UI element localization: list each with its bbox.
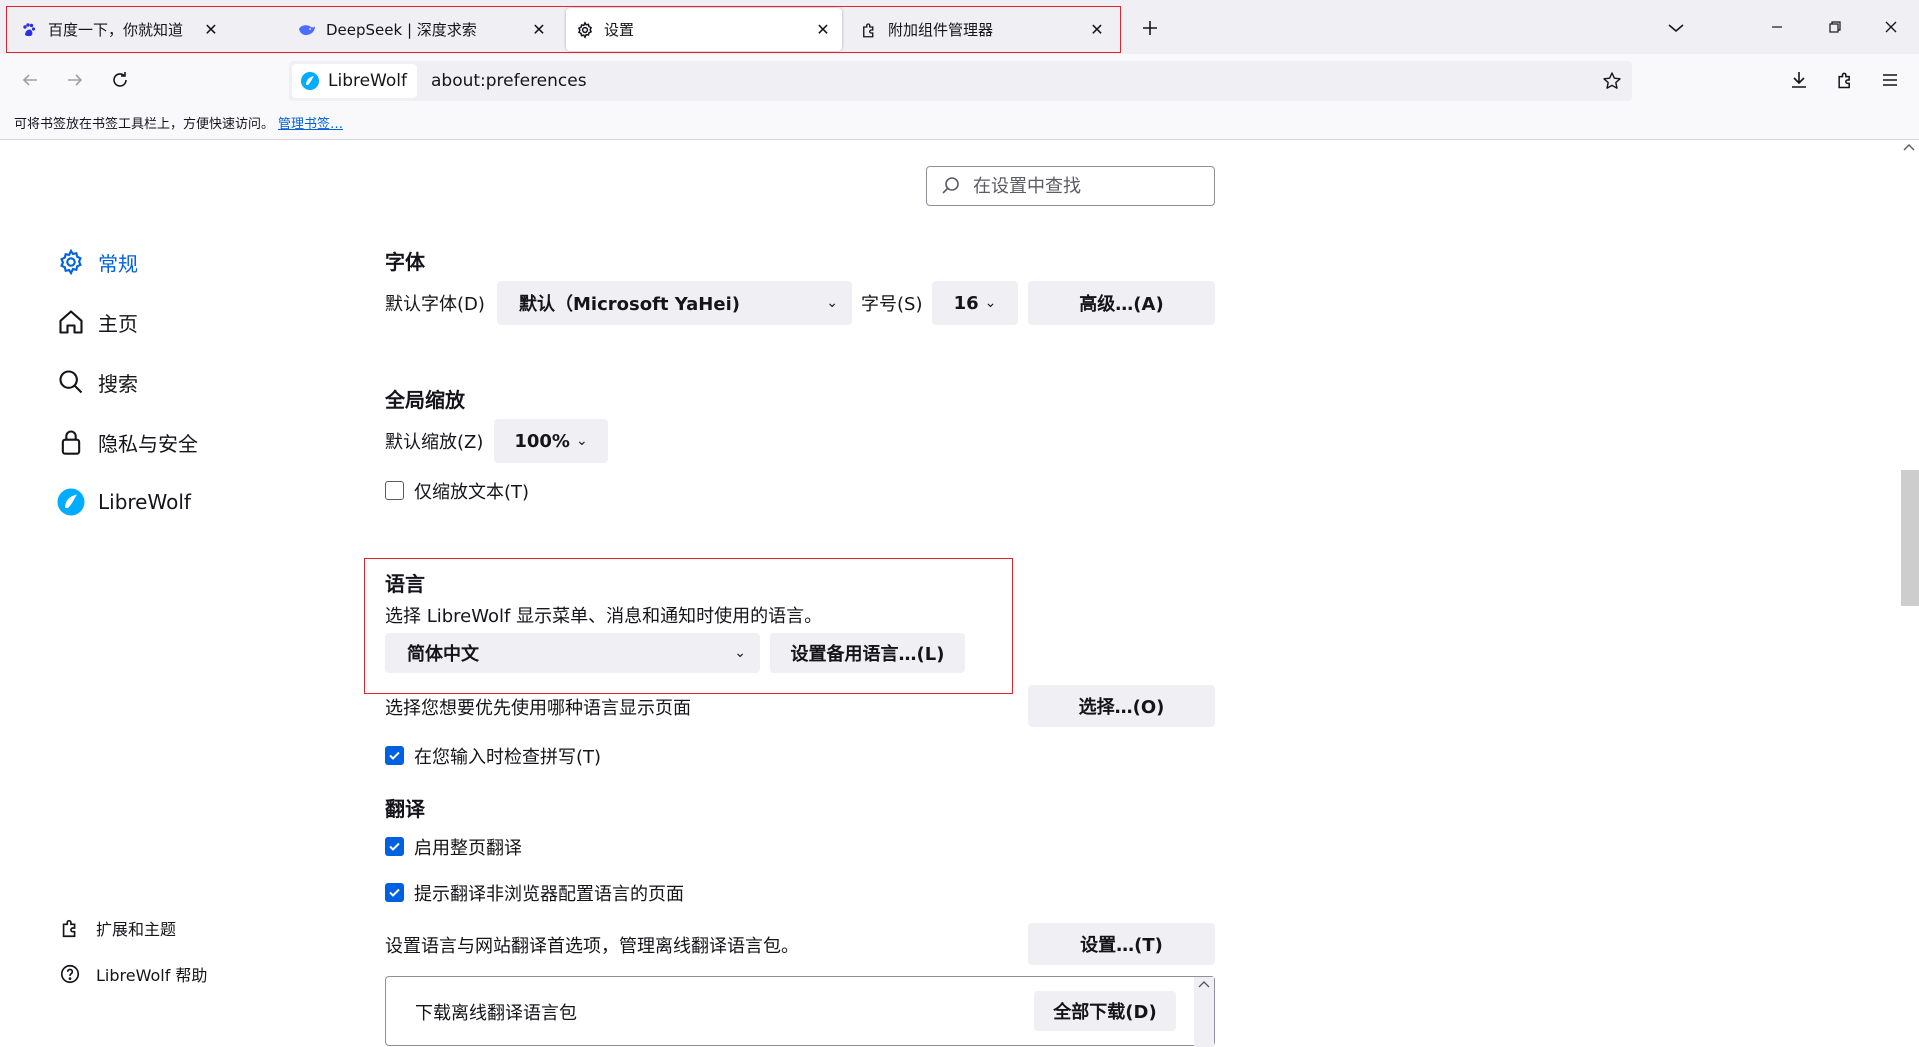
plus-icon xyxy=(1143,21,1157,35)
forward-button[interactable] xyxy=(59,64,91,96)
bookmarks-hint: 可将书签放在书签工具栏上，方便快速访问。 xyxy=(14,117,275,132)
default-zoom-value: 100% xyxy=(514,430,570,452)
search-icon xyxy=(56,367,86,397)
checkmark-icon xyxy=(389,842,400,851)
minimize-button[interactable] xyxy=(1760,10,1794,44)
default-zoom-label: 默认缩放(Z) xyxy=(385,432,484,453)
navigation-toolbar: LibreWolf about:preferences xyxy=(0,54,1919,106)
preferences-page: 常规 主页 搜索 隐私与安全 LibreWolf 扩展和主题 LibreW xyxy=(0,140,1919,1047)
help-icon xyxy=(58,962,82,986)
hamburger-menu-icon xyxy=(1883,74,1897,86)
librewolf-icon xyxy=(56,487,86,517)
gear-icon xyxy=(56,247,86,277)
reload-icon xyxy=(113,72,127,87)
restore-button[interactable] xyxy=(1818,10,1852,44)
back-button[interactable] xyxy=(14,64,46,96)
category-label: 常规 xyxy=(98,251,138,276)
zoom-text-only-checkbox[interactable] xyxy=(385,481,404,500)
default-font-value: 默认（Microsoft YaHei) xyxy=(519,294,740,315)
new-tab-button[interactable] xyxy=(1136,14,1164,42)
font-size-label: 字号(S) xyxy=(861,294,923,315)
downloads-button[interactable] xyxy=(1783,64,1815,96)
tabs-highlight-box xyxy=(6,6,1121,53)
home-icon xyxy=(56,307,86,337)
addons-themes-link[interactable]: 扩展和主题 xyxy=(58,916,176,940)
download-packs-label: 下载离线翻译语言包 xyxy=(415,1003,577,1024)
category-label: 隐私与安全 xyxy=(98,431,198,456)
chevron-up-icon xyxy=(1903,144,1915,151)
url-text[interactable]: about:preferences xyxy=(431,71,587,91)
chevron-up-icon xyxy=(1198,981,1210,988)
bookmark-star-button[interactable] xyxy=(1600,69,1624,93)
chevron-down-icon xyxy=(1668,24,1684,33)
minimize-icon xyxy=(1772,26,1782,28)
fonts-heading: 字体 xyxy=(385,250,425,274)
advanced-fonts-button[interactable]: 高级…(A) xyxy=(1028,281,1215,325)
close-icon xyxy=(1885,21,1897,33)
page-language-label: 选择您想要优先使用哪种语言显示页面 xyxy=(385,698,691,719)
category-search[interactable]: 搜索 xyxy=(56,367,138,397)
list-all-tabs-button[interactable] xyxy=(1662,14,1690,42)
translation-settings-label: 设置语言与网站翻译首选项，管理离线翻译语言包。 xyxy=(385,936,799,957)
page-scrollbar-thumb[interactable] xyxy=(1901,470,1919,606)
default-font-label: 默认字体(D) xyxy=(385,294,485,315)
chevron-down-icon: ⌄ xyxy=(984,295,997,311)
language-highlight-box xyxy=(364,558,1013,694)
zoom-text-only-label: 仅缩放文本(T) xyxy=(414,482,530,503)
language-packs-box: 下载离线翻译语言包 全部下载(D) xyxy=(385,976,1215,1047)
spellcheck-checkbox[interactable] xyxy=(385,746,404,765)
font-size-value: 16 xyxy=(953,292,979,314)
arrow-left-icon xyxy=(22,74,37,86)
default-zoom-select[interactable]: 100% ⌄ xyxy=(494,419,608,463)
font-size-select[interactable]: 16 ⌄ xyxy=(932,281,1018,325)
packs-scrollbar[interactable] xyxy=(1194,977,1214,1047)
footer-link-label: LibreWolf 帮助 xyxy=(96,966,208,985)
settings-search-input[interactable] xyxy=(971,174,1201,198)
offer-translation-checkbox[interactable] xyxy=(385,883,404,902)
translation-settings-button[interactable]: 设置…(T) xyxy=(1028,923,1215,965)
librewolf-icon xyxy=(301,72,319,90)
help-link[interactable]: LibreWolf 帮助 xyxy=(58,962,207,986)
translation-heading: 翻译 xyxy=(385,797,425,821)
star-icon xyxy=(1603,72,1621,89)
settings-search-box[interactable] xyxy=(926,166,1215,206)
close-window-button[interactable] xyxy=(1874,10,1908,44)
chevron-down-icon: ⌄ xyxy=(826,295,838,311)
checkmark-icon xyxy=(389,751,400,760)
chevron-down-icon: ⌄ xyxy=(575,433,588,449)
puzzle-icon xyxy=(1838,72,1850,89)
category-label: LibreWolf xyxy=(98,490,191,514)
bookmarks-toolbar: 可将书签放在书签工具栏上，方便快速访问。 管理书签… xyxy=(0,106,1919,140)
full-page-translation-checkbox[interactable] xyxy=(385,837,404,856)
extensions-button[interactable] xyxy=(1829,64,1861,96)
spellcheck-label: 在您输入时检查拼写(T) xyxy=(414,747,602,768)
zoom-heading: 全局缩放 xyxy=(385,388,465,412)
category-label: 搜索 xyxy=(98,371,138,396)
category-general[interactable]: 常规 xyxy=(56,247,138,277)
url-bar[interactable]: LibreWolf about:preferences xyxy=(289,61,1632,101)
default-font-select[interactable]: 默认（Microsoft YaHei) ⌄ xyxy=(497,281,852,325)
download-all-button[interactable]: 全部下载(D) xyxy=(1034,991,1176,1031)
download-icon xyxy=(1792,72,1806,88)
category-librewolf[interactable]: LibreWolf xyxy=(56,487,191,517)
full-page-translation-label: 启用整页翻译 xyxy=(414,838,522,859)
identity-label: LibreWolf xyxy=(328,71,407,91)
category-home[interactable]: 主页 xyxy=(56,307,138,337)
search-icon xyxy=(942,177,959,194)
category-label: 主页 xyxy=(98,311,138,336)
app-menu-button[interactable] xyxy=(1874,64,1906,96)
footer-link-label: 扩展和主题 xyxy=(96,920,177,939)
checkmark-icon xyxy=(389,888,400,897)
choose-language-button[interactable]: 选择…(O) xyxy=(1028,685,1215,727)
offer-translation-label: 提示翻译非浏览器配置语言的页面 xyxy=(414,884,684,905)
reload-button[interactable] xyxy=(104,64,136,96)
puzzle-icon xyxy=(58,916,82,940)
manage-bookmarks-link[interactable]: 管理书签… xyxy=(278,113,343,132)
category-privacy[interactable]: 隐私与安全 xyxy=(56,427,198,457)
restore-icon xyxy=(1829,21,1841,33)
identity-box[interactable]: LibreWolf xyxy=(292,64,417,98)
lock-icon xyxy=(56,427,86,457)
arrow-right-icon xyxy=(68,74,83,86)
tab-strip: 百度一下，你就知道 ✕ DeepSeek | 深度求索 ✕ 设置 ✕ 附加组件管… xyxy=(0,0,1919,54)
